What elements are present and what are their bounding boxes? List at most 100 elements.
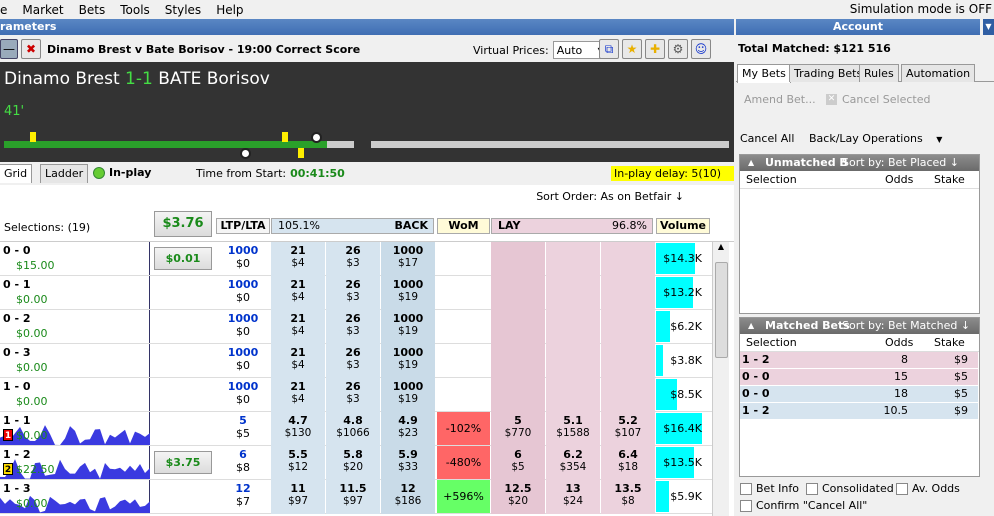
users-icon[interactable]: ☺	[691, 39, 711, 59]
lay-price-cell[interactable]: 6 $5	[491, 446, 545, 480]
back-price-cell[interactable]: 21 $4	[271, 310, 325, 344]
lay-price-cell[interactable]	[491, 242, 545, 276]
table-row[interactable]: 0 - 0 $15.00 $0.01 1000 $0 21 $4 26 $3 1000 $17 $14…	[0, 242, 712, 276]
menu-item-tools[interactable]: Tools	[113, 3, 158, 17]
total-green-button[interactable]: $3.76	[154, 211, 212, 237]
back-price-cell[interactable]: 5.9 $33	[381, 446, 435, 480]
account-scrollbar[interactable]	[983, 127, 994, 516]
lay-price-cell[interactable]: 6.2 $354	[546, 446, 600, 480]
back-price-cell[interactable]: 12 $186	[381, 480, 435, 514]
table-row[interactable]: 1 - 1 1 $0.00 5 $5 4.7 $130 4.8 $1066 4.9 $23 -102%…	[0, 412, 712, 446]
collapse-icon[interactable]: ▲	[748, 155, 754, 171]
scrollbar-thumb[interactable]	[715, 262, 728, 358]
table-row[interactable]: 0 - 2 $0.00 1000 $0 21 $4 26 $3 1000 $19 $6.2K	[0, 310, 712, 344]
lay-price-cell[interactable]	[601, 378, 655, 412]
lay-price-cell[interactable]	[546, 310, 600, 344]
checkbox-box[interactable]	[806, 482, 818, 495]
lay-price-cell[interactable]	[491, 344, 545, 378]
lay-price-cell[interactable]: 13.5 $8	[601, 480, 655, 514]
consolidated-checkbox[interactable]: Consolidated	[806, 482, 894, 495]
back-price-cell[interactable]: 21 $4	[271, 276, 325, 310]
back-price-cell[interactable]: 4.8 $1066	[326, 412, 380, 446]
lay-price-cell[interactable]: 5.1 $1588	[546, 412, 600, 446]
cancel-all-button[interactable]: Cancel All	[740, 132, 794, 145]
lay-price-cell[interactable]: 5 $770	[491, 412, 545, 446]
window-icon[interactable]: ⧉	[599, 39, 619, 59]
unmatched-sort[interactable]: Sort by: Bet Placed ↓	[842, 155, 959, 171]
chevron-up-icon[interactable]: ▲	[713, 242, 729, 256]
ltp-cell[interactable]: 1000 $0	[216, 378, 270, 412]
matched-bet-row[interactable]: 0 - 0 18 $5	[740, 386, 978, 402]
menu-item-bets[interactable]: Bets	[72, 3, 114, 17]
checkbox-box[interactable]	[896, 482, 908, 495]
matched-bets-header[interactable]: ▲ Matched Bets Sort by: Bet Matched ↓	[740, 318, 979, 334]
back-price-cell[interactable]: 5.8 $20	[326, 446, 380, 480]
lay-price-cell[interactable]: 12.5 $20	[491, 480, 545, 514]
tab-ladder[interactable]: Ladder	[40, 164, 89, 183]
tab-my-bets[interactable]: My Bets	[737, 64, 791, 83]
lay-price-cell[interactable]	[546, 378, 600, 412]
lay-price-cell[interactable]	[601, 276, 655, 310]
gear-icon[interactable]: ⚙	[668, 39, 688, 59]
lay-price-cell[interactable]	[491, 310, 545, 344]
ltp-cell[interactable]: 1000 $0	[216, 242, 270, 276]
unmatched-bets-header[interactable]: ▲ Unmatched B Sort by: Bet Placed ↓	[740, 155, 979, 171]
back-lay-operations-menu[interactable]: Back/Lay Operations ▼	[809, 132, 942, 145]
tab-rules[interactable]: Rules	[859, 64, 899, 82]
star-icon[interactable]: ★	[622, 39, 642, 59]
lay-price-cell[interactable]: 5.2 $107	[601, 412, 655, 446]
ltp-cell[interactable]: 12 $7	[216, 480, 270, 514]
back-price-cell[interactable]: 26 $3	[326, 378, 380, 412]
star-add-icon[interactable]: ✚	[645, 39, 665, 59]
back-price-cell[interactable]: 5.5 $12	[271, 446, 325, 480]
back-price-cell[interactable]: 1000 $19	[381, 310, 435, 344]
bet-info-checkbox[interactable]: Bet Info	[740, 482, 799, 495]
checkbox-box[interactable]	[740, 482, 752, 495]
market-icon[interactable]: ✖	[21, 39, 41, 59]
back-price-cell[interactable]: 26 $3	[326, 276, 380, 310]
ltp-cell[interactable]: 1000 $0	[216, 276, 270, 310]
lay-price-cell[interactable]	[546, 276, 600, 310]
table-row[interactable]: 1 - 0 $0.00 1000 $0 21 $4 26 $3 1000 $19 $8.5K	[0, 378, 712, 412]
matched-bet-row[interactable]: 0 - 0 15 $5	[740, 369, 978, 385]
table-row[interactable]: 0 - 1 $0.00 1000 $0 21 $4 26 $3 1000 $19 $13.2K	[0, 276, 712, 310]
back-price-cell[interactable]: 1000 $19	[381, 378, 435, 412]
back-price-cell[interactable]: 21 $4	[271, 378, 325, 412]
cancel-selected-button[interactable]: ✕ Cancel Selected	[826, 93, 930, 106]
amend-bet-button[interactable]: Amend Bet...	[744, 93, 816, 106]
lay-price-cell[interactable]	[491, 276, 545, 310]
lay-price-cell[interactable]: 13 $24	[546, 480, 600, 514]
menu-item-styles[interactable]: Styles	[158, 3, 209, 17]
collapse-icon[interactable]: —	[0, 39, 18, 59]
back-price-cell[interactable]: 11 $97	[271, 480, 325, 514]
table-row[interactable]: 0 - 3 $0.00 1000 $0 21 $4 26 $3 1000 $19 $3.8K	[0, 344, 712, 378]
back-price-cell[interactable]: 4.9 $23	[381, 412, 435, 446]
confirm-cancel-all-checkbox[interactable]: Confirm "Cancel All"	[740, 499, 867, 512]
back-price-cell[interactable]: 1000 $19	[381, 344, 435, 378]
matched-sort[interactable]: Sort by: Bet Matched ↓	[842, 318, 970, 334]
av-odds-checkbox[interactable]: Av. Odds	[896, 482, 960, 495]
lay-price-cell[interactable]	[601, 242, 655, 276]
tab-trading-bets[interactable]: Trading Bets	[789, 64, 868, 82]
back-price-cell[interactable]: 26 $3	[326, 310, 380, 344]
ltp-cell[interactable]: 6 $8	[216, 446, 270, 480]
menu-item-help[interactable]: Help	[209, 3, 251, 17]
green-up-button[interactable]: $3.75	[154, 451, 212, 474]
ltp-cell[interactable]: 1000 $0	[216, 344, 270, 378]
chevron-down-icon[interactable]: ▼	[983, 19, 994, 35]
matched-bet-row[interactable]: 1 - 2 10.5 $9	[740, 403, 978, 419]
back-price-cell[interactable]: 1000 $19	[381, 276, 435, 310]
lay-price-cell[interactable]	[601, 344, 655, 378]
lay-price-cell[interactable]	[601, 310, 655, 344]
matched-bet-row[interactable]: 1 - 2 8 $9	[740, 352, 978, 368]
table-row[interactable]: 1 - 3 $0.00 12 $7 11 $97 11.5 $97 12 $186 +596% 12.…	[0, 480, 712, 514]
back-price-cell[interactable]: 11.5 $97	[326, 480, 380, 514]
sort-order[interactable]: Sort Order: As on Betfair ↓	[536, 190, 684, 203]
lay-price-cell[interactable]	[546, 344, 600, 378]
table-row[interactable]: 1 - 2 2 $22.50 $3.75 6 $8 5.5 $12 5.8 $20 5.9 $33 -4…	[0, 446, 712, 480]
back-price-cell[interactable]: 21 $4	[271, 242, 325, 276]
menu-item-market[interactable]: Market	[15, 3, 71, 17]
back-price-cell[interactable]: 26 $3	[326, 242, 380, 276]
checkbox-box[interactable]	[740, 499, 752, 512]
back-price-cell[interactable]: 1000 $17	[381, 242, 435, 276]
